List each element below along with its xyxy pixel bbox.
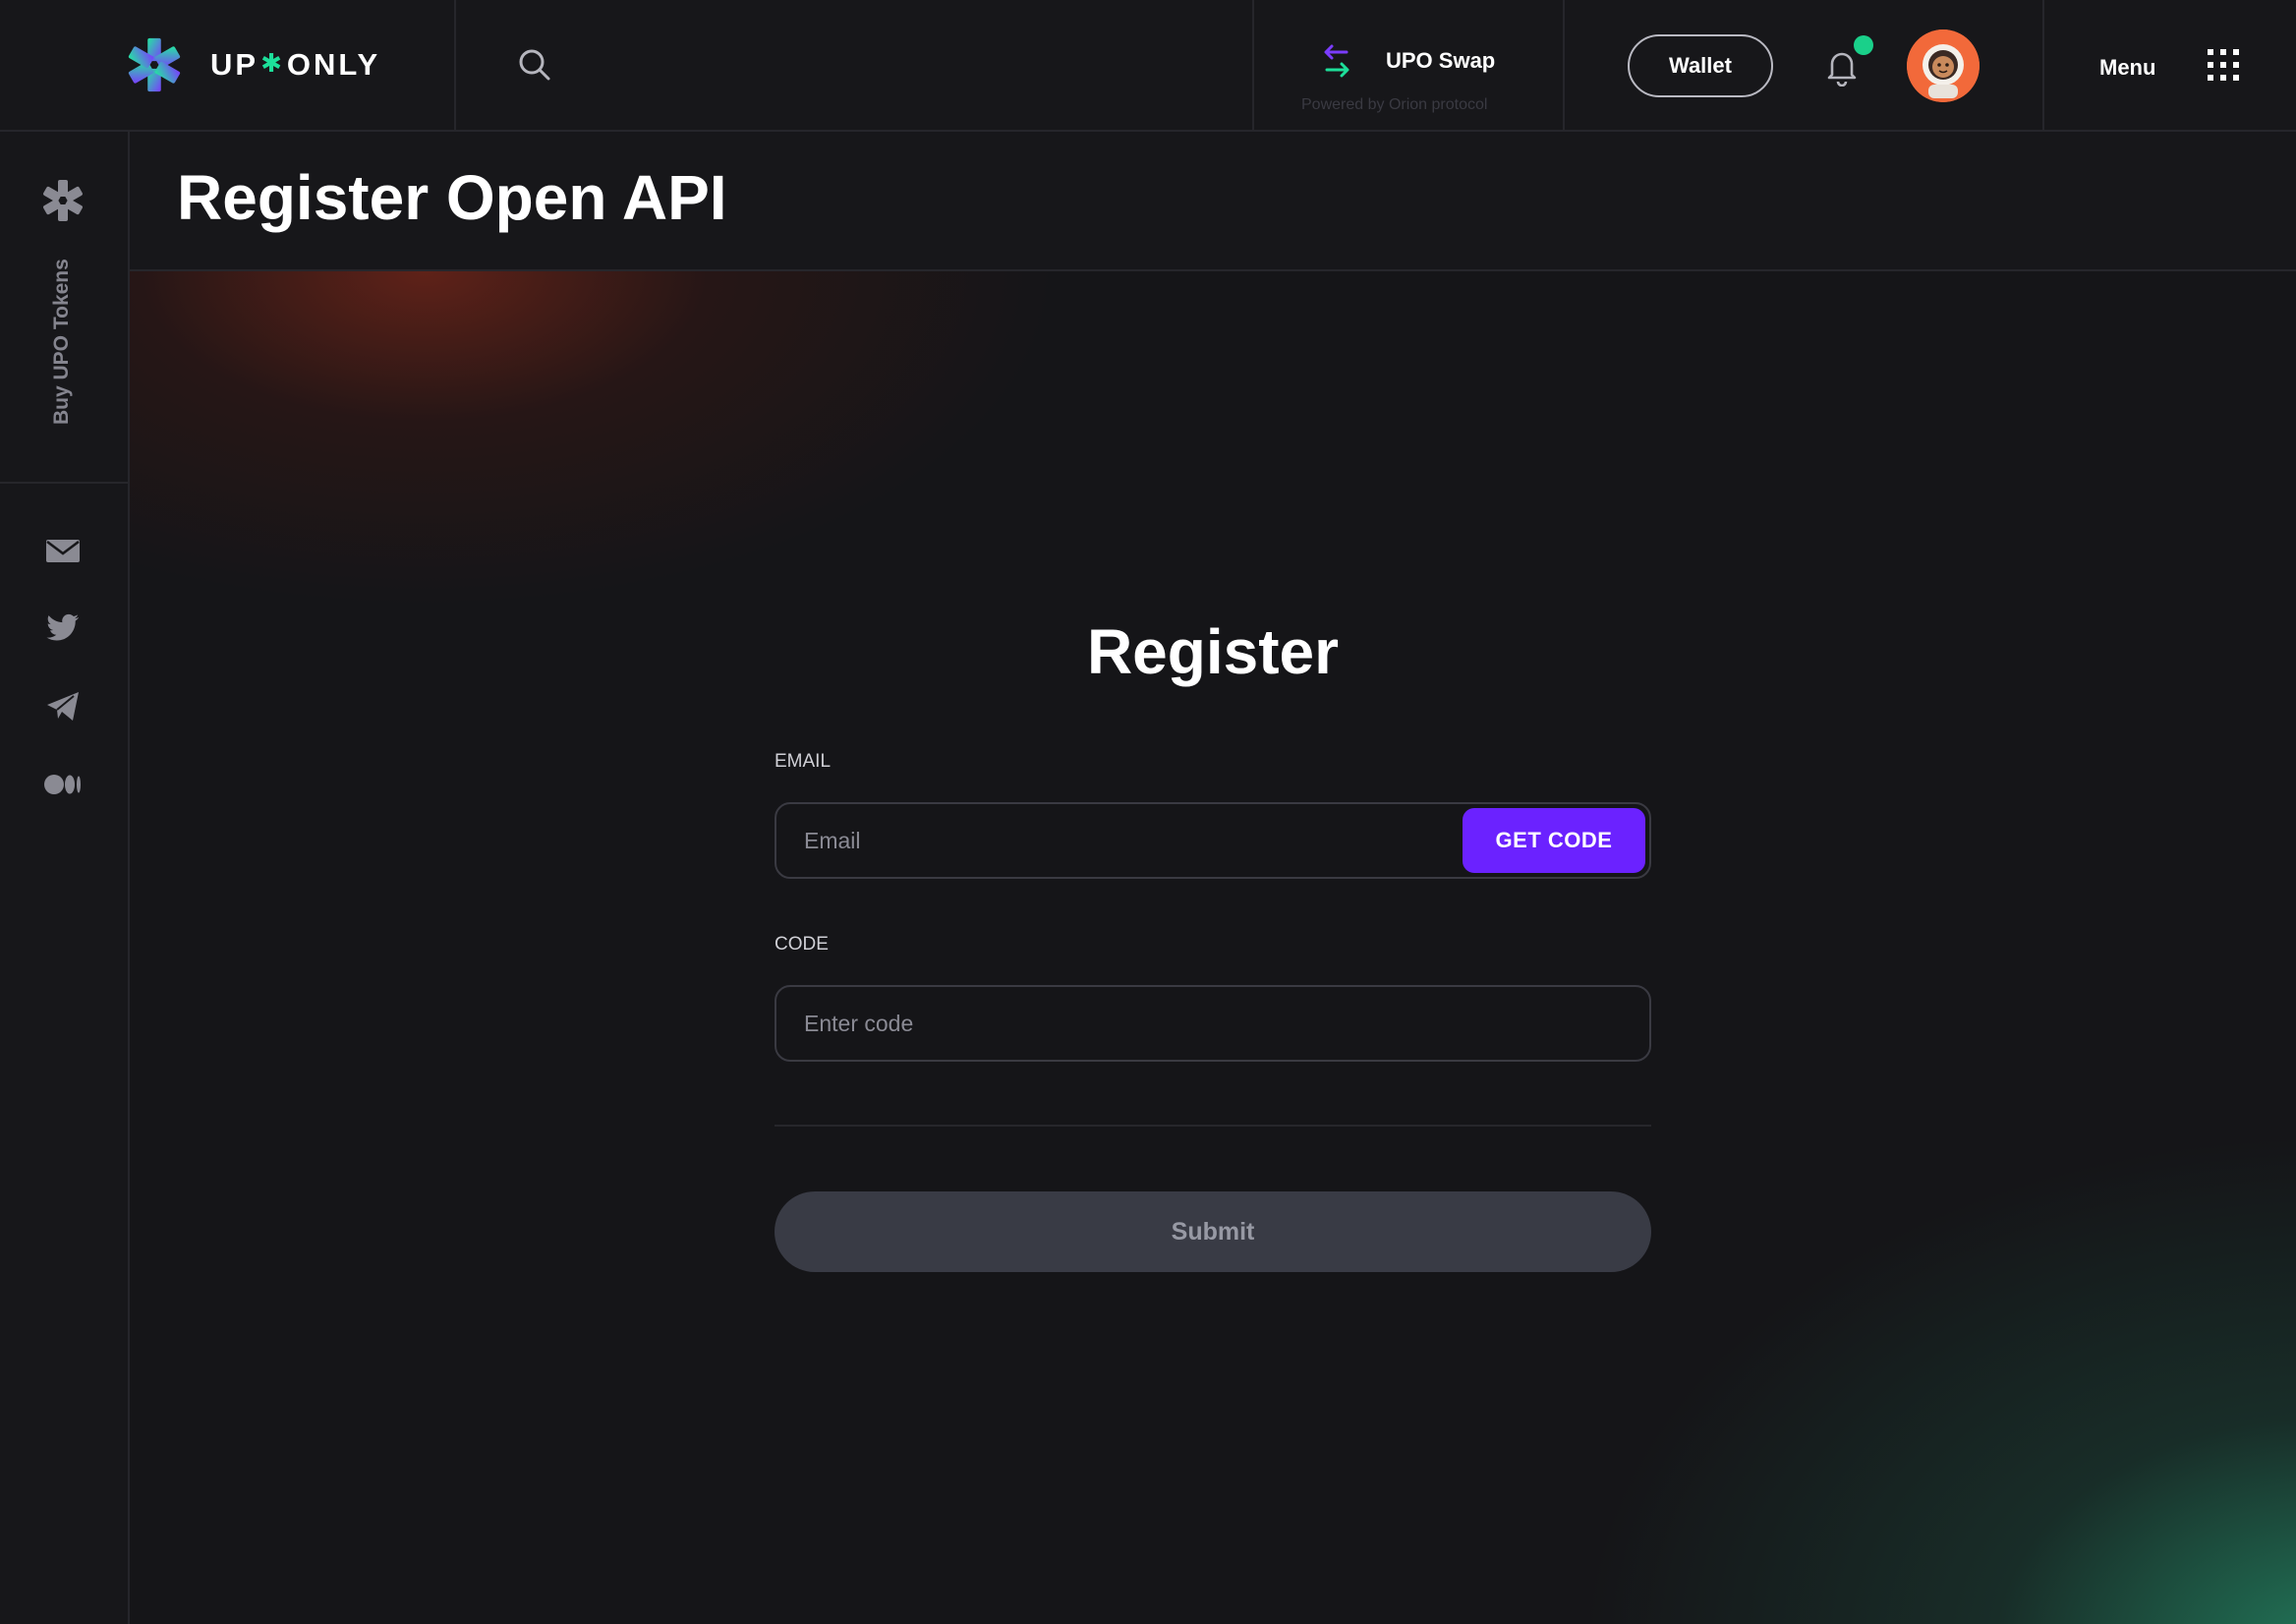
form-divider xyxy=(775,1125,1651,1127)
menu-area: Menu xyxy=(2044,0,2296,130)
left-sidebar: Buy UPO Tokens xyxy=(0,132,130,1624)
register-form-title: Register xyxy=(1086,616,1340,687)
code-label: CODE xyxy=(775,934,829,955)
get-code-button[interactable]: GET CODE xyxy=(1463,808,1645,873)
medium-icon[interactable] xyxy=(43,765,83,804)
brand-wordmark: UP✱ONLY xyxy=(210,47,381,82)
upo-token-icon xyxy=(43,180,83,221)
menu-button[interactable]: Menu xyxy=(2099,55,2155,81)
search-area xyxy=(456,0,1254,130)
email-field-wrapper: GET CODE xyxy=(775,802,1651,879)
register-section: Register EMAIL GET CODE CODE Submit xyxy=(130,271,2296,1624)
search-icon[interactable] xyxy=(515,45,554,85)
avatar[interactable] xyxy=(1907,29,1980,102)
apps-grid-icon[interactable] xyxy=(2206,47,2241,83)
code-field-wrapper xyxy=(775,985,1651,1062)
wallet-button[interactable]: Wallet xyxy=(1628,34,1773,97)
upo-swap-area: UPO Swap Powered by Orion protocol xyxy=(1254,0,1565,130)
main-content: Register Open API Register EMAIL GET COD… xyxy=(130,132,2296,1624)
brand-logo[interactable]: UP✱ONLY xyxy=(0,0,456,130)
buy-upo-tokens-label: Buy UPO Tokens xyxy=(50,259,73,425)
email-field[interactable] xyxy=(804,804,1433,877)
page-header: Register Open API xyxy=(130,132,2296,271)
email-label: EMAIL xyxy=(775,751,832,772)
mail-icon[interactable] xyxy=(43,531,83,570)
submit-button[interactable]: Submit xyxy=(775,1191,1651,1272)
top-header: UP✱ONLY UPO Swap Powered by Orion protoc… xyxy=(0,0,2296,132)
upo-logo-icon xyxy=(128,37,181,92)
notification-dot xyxy=(1854,35,1873,55)
swap-subtitle: Powered by Orion protocol xyxy=(1301,96,1488,113)
app-root: UP✱ONLY UPO Swap Powered by Orion protoc… xyxy=(0,0,2296,1624)
buy-upo-tokens-link[interactable]: Buy UPO Tokens xyxy=(0,132,128,484)
swap-title: UPO Swap xyxy=(1386,48,1496,73)
upo-swap-link[interactable]: UPO Swap xyxy=(1321,43,1495,79)
astronaut-avatar-icon xyxy=(1907,29,1980,102)
twitter-icon[interactable] xyxy=(43,608,83,647)
swap-arrows-icon xyxy=(1324,44,1349,78)
page-title: Register Open API xyxy=(177,162,727,233)
telegram-icon[interactable] xyxy=(43,686,83,725)
code-field[interactable] xyxy=(804,987,1620,1060)
user-area: Wallet xyxy=(1565,0,2044,130)
